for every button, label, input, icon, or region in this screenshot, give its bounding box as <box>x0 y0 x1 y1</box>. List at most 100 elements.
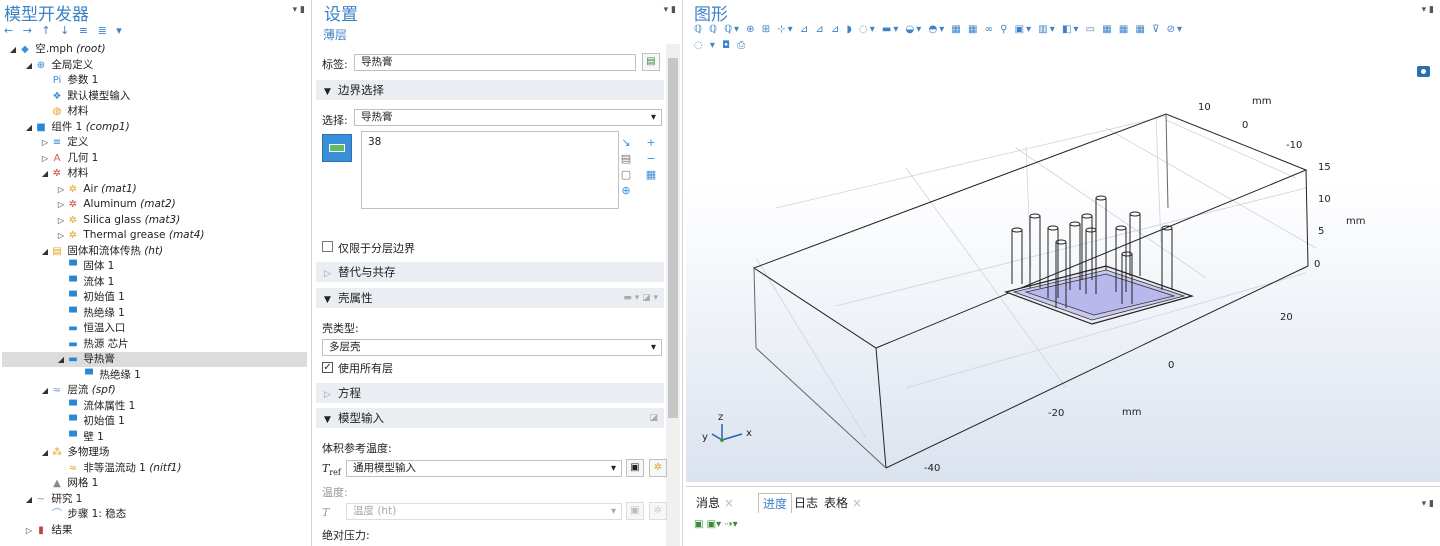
expand-toggle-icon[interactable]: ▷ <box>56 197 66 212</box>
edit-label-button[interactable]: ▤ <box>642 53 660 71</box>
go-to-source-button[interactable]: ▣ <box>626 459 644 477</box>
settings-scrollbar[interactable] <box>666 44 680 546</box>
graphics-viewport[interactable]: 10 0 -10 mm 15 10 5 0 mm 20 0 -20 -40 mm <box>686 58 1440 482</box>
tree-node[interactable]: ▬ 热源 芯片 <box>2 337 307 352</box>
temp-caption: 温度: <box>322 486 348 499</box>
tree-node[interactable]: ◢ ~ 研究 1 <box>2 492 307 507</box>
tref-combo[interactable]: 通用模型输入 <box>346 460 622 477</box>
tree-node[interactable]: ▷ ✲ Aluminum (mat2) <box>2 197 307 212</box>
pin-icon[interactable]: ▾ ▮ <box>293 5 305 15</box>
layer-boundaries-checkbox[interactable] <box>322 241 333 252</box>
use-all-layers-checkbox[interactable]: ✓ <box>322 362 333 373</box>
progress-toolbar[interactable]: ▣ ▣▾ ⇢▾ <box>694 519 738 530</box>
tree-node[interactable]: ◢ ≈ 层流 (spf) <box>2 383 307 398</box>
pin-icon[interactable]: ▾ ▮ <box>1422 499 1434 509</box>
close-icon[interactable]: × <box>724 496 734 510</box>
expand-toggle-icon[interactable]: ▷ <box>56 213 66 228</box>
expand-toggle-icon[interactable]: ◢ <box>24 58 34 73</box>
tree-node[interactable]: ▀ 热绝缘 1 <box>2 306 307 321</box>
tree-node[interactable]: ◍ 材料 <box>2 104 307 119</box>
tree-node[interactable]: ◢ ⊕ 全局定义 <box>2 58 307 73</box>
temperature-combo[interactable]: 温度 (ht) <box>346 503 622 520</box>
tree-node[interactable]: Pi 参数 1 <box>2 73 307 88</box>
tree-node-tag: (mat4) <box>168 229 205 241</box>
tree-node[interactable]: ▀ 流体属性 1 <box>2 399 307 414</box>
geometry-canvas[interactable]: 10 0 -10 mm 15 10 5 0 mm 20 0 -20 -40 mm <box>686 58 1440 482</box>
expand-toggle-icon[interactable]: ▷ <box>56 182 66 197</box>
tree-node-icon: ✲ <box>68 230 78 241</box>
pin-icon[interactable]: ▾ ▮ <box>664 5 676 15</box>
heat-sink-base[interactable] <box>1004 265 1195 325</box>
tree-node[interactable]: ▲ 网格 1 <box>2 476 307 491</box>
tree-node-label: 流体 1 <box>83 275 115 288</box>
clear-selection-icon[interactable]: ▢ <box>619 168 633 181</box>
tab-table[interactable]: 表格 × <box>820 493 866 513</box>
create-model-input-button[interactable]: ✲ <box>649 459 667 477</box>
selection-list[interactable]: 38 <box>361 131 619 209</box>
close-icon[interactable]: × <box>852 496 862 510</box>
tree-node[interactable]: ▀ 初始值 1 <box>2 414 307 429</box>
selection-list-item[interactable]: 38 <box>368 132 618 150</box>
tree-node[interactable]: ◢ ▤ 固体和流体传热 (ht) <box>2 244 307 259</box>
tree-node-tag: (mat2) <box>140 198 176 210</box>
tree-node[interactable]: ▀ 热绝缘 1 <box>2 368 307 383</box>
copy-selection-icon[interactable]: ▤ <box>619 152 633 165</box>
tree-node[interactable]: ▷ ✲ Thermal grease (mat4) <box>2 228 307 243</box>
selection-combo[interactable]: 导热膏 <box>354 109 662 126</box>
expand-toggle-icon[interactable]: ◢ <box>40 244 50 259</box>
tree-node[interactable]: ▷ A 几何 1 <box>2 151 307 166</box>
tree-node[interactable]: ▀ 固体 1 <box>2 259 307 274</box>
expand-toggle-icon[interactable]: ▷ <box>56 228 66 243</box>
tree-node[interactable]: ▷ ≡ 定义 <box>2 135 307 150</box>
tree-node[interactable]: ❖ 默认模型输入 <box>2 89 307 104</box>
shell-type-combo[interactable]: 多层壳 <box>322 339 662 356</box>
section-equation[interactable]: ▷ 方程 <box>316 383 664 403</box>
remove-icon[interactable]: − <box>644 152 658 165</box>
pin-icon[interactable]: ▾ ▮ <box>1422 5 1434 15</box>
tab-progress[interactable]: 进度 <box>758 493 793 513</box>
expand-toggle-icon[interactable]: ◢ <box>8 42 18 57</box>
model-builder-toolbar[interactable]: ← → ↑ ↓ ≡ ≣ ▾ <box>4 24 125 37</box>
tree-node[interactable]: ◢ ⁂ 多物理场 <box>2 445 307 460</box>
expand-toggle-icon[interactable]: ◢ <box>40 445 50 460</box>
tree-node[interactable]: ▷ ✲ Air (mat1) <box>2 182 307 197</box>
expand-toggle-icon[interactable]: ◢ <box>56 352 66 367</box>
activate-selection-toggle[interactable] <box>322 134 352 162</box>
expand-toggle-icon[interactable]: ◢ <box>24 120 34 135</box>
expand-toggle-icon[interactable]: ◢ <box>40 383 50 398</box>
tree-node[interactable]: ⌒ 步骤 1: 稳态 <box>2 507 307 522</box>
tree-node[interactable]: ▷ ▮ 结果 <box>2 523 307 538</box>
create-selection-icon[interactable]: ▦ <box>644 168 658 181</box>
perspective-icon[interactable] <box>1417 66 1430 77</box>
section-boundary-selection[interactable]: ▼ 边界选择 <box>316 80 664 100</box>
expand-toggle-icon[interactable]: ▷ <box>40 151 50 166</box>
tab-log[interactable]: 日志 <box>790 493 822 513</box>
section-shell-properties[interactable]: ▼ 壳属性 ▬ ▾ ◪ ▾ <box>316 288 664 308</box>
graphics-toolbar-row2[interactable]: ◌ ▾ ◘ ⎙ <box>694 40 747 51</box>
tree-node[interactable]: ◢ ◆ 空.mph (root) <box>2 42 307 57</box>
expand-toggle-icon[interactable]: ◢ <box>40 166 50 181</box>
expand-toggle-icon[interactable]: ◢ <box>24 492 34 507</box>
edit-icon[interactable]: ◪ <box>649 408 658 428</box>
tree-node[interactable]: ▀ 流体 1 <box>2 275 307 290</box>
tab-messages[interactable]: 消息 × <box>692 493 738 513</box>
add-icon[interactable]: + <box>644 136 658 149</box>
section-model-input[interactable]: ▼ 模型输入 ◪ <box>316 408 664 428</box>
tree-node[interactable]: ▀ 壁 1 <box>2 430 307 445</box>
label-field[interactable]: 导热膏 <box>354 54 636 71</box>
tree-node-label: 全局定义 <box>51 58 94 71</box>
tree-node[interactable]: ◢ ✲ 材料 <box>2 166 307 181</box>
tree-node[interactable]: ◢ ■ 组件 1 (comp1) <box>2 120 307 135</box>
graphics-toolbar[interactable]: ℚ ℚ ℚ▾ ⊕ ⊞ ⊹▾ ⊿ ⊿ ⊿ ◗ ◌▾ ▬▾ ◒▾ ◓▾ ▦ ▦ ∞ … <box>694 24 1184 35</box>
expand-toggle-icon[interactable]: ▷ <box>24 523 34 538</box>
tree-node[interactable]: ◢ ▬ 导热膏 <box>2 352 307 367</box>
tree-node[interactable]: ▷ ✲ Silica glass (mat3) <box>2 213 307 228</box>
expand-toggle-icon[interactable]: ▷ <box>40 135 50 150</box>
section-options-icon[interactable]: ▬ ▾ ◪ ▾ <box>623 288 658 308</box>
tree-node[interactable]: ≈ 非等温流动 1 (nitf1) <box>2 461 307 476</box>
paste-selection-icon[interactable]: ↘ <box>619 136 633 149</box>
section-override[interactable]: ▷ 替代与共存 <box>316 262 664 282</box>
tree-node[interactable]: ▀ 初始值 1 <box>2 290 307 305</box>
zoom-to-selection-icon[interactable]: ⊕ <box>619 184 633 197</box>
tree-node[interactable]: ▬ 恒温入口 <box>2 321 307 336</box>
